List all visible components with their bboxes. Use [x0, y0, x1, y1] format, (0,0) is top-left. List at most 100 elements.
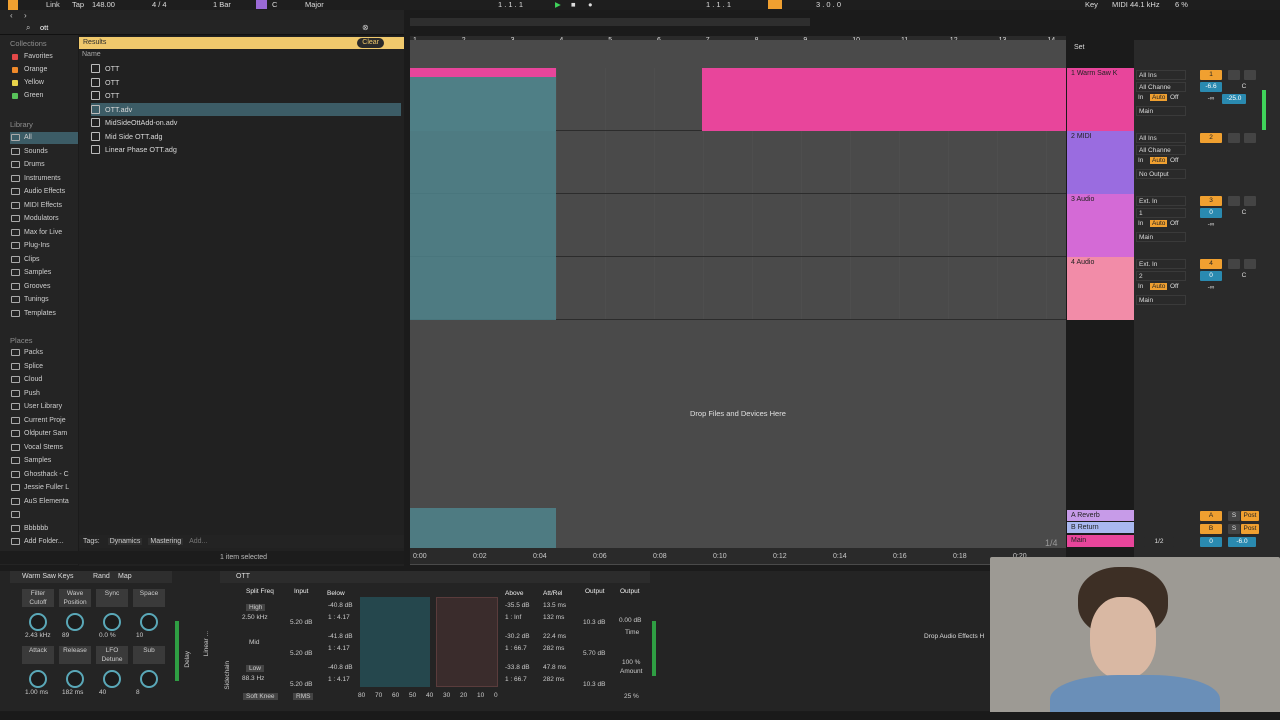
output-select[interactable]: No Output — [1136, 169, 1186, 179]
rand-button[interactable]: Rand — [93, 571, 110, 583]
return-b-letter[interactable]: B — [1200, 524, 1222, 534]
below-value[interactable]: 1 : 4.17 — [328, 676, 350, 683]
places-item-11[interactable]: AuS Elementa — [10, 496, 78, 508]
monitor-off[interactable]: Off — [1170, 283, 1179, 290]
stop-icon[interactable]: ■ — [571, 0, 576, 9]
file-item[interactable]: MidSideOttAdd-on.adv — [91, 116, 401, 129]
above-value[interactable]: -35.5 dB — [505, 602, 530, 609]
macro-3-knob-icon[interactable] — [140, 613, 158, 631]
time-value[interactable]: 100 % — [622, 659, 640, 666]
monitor-auto[interactable]: Auto — [1150, 94, 1168, 101]
macro-5-knob-icon[interactable] — [66, 670, 84, 688]
below-value[interactable]: 1 : 4.17 — [328, 645, 350, 652]
add-tag[interactable]: Add... — [189, 538, 207, 545]
input-channel-select[interactable]: All Channe — [1136, 82, 1186, 92]
places-item-7[interactable]: Vocal Stems — [10, 442, 78, 454]
pan-field[interactable]: C — [1238, 271, 1250, 281]
att-rel-value[interactable]: 282 ms — [543, 645, 564, 652]
macro-4-label[interactable]: Attack — [22, 646, 54, 664]
map-button[interactable]: Map — [118, 571, 132, 583]
collection-favorites[interactable]: Favorites — [10, 51, 78, 63]
monitor-auto[interactable]: Auto — [1150, 283, 1168, 290]
file-item[interactable]: OTT — [91, 89, 401, 102]
high-band-toggle[interactable]: High — [246, 604, 266, 611]
back-icon[interactable]: ‹ — [10, 11, 13, 20]
below-value[interactable]: -41.8 dB — [328, 633, 353, 640]
high-split-freq[interactable]: 2.50 kHz — [242, 614, 268, 621]
macro-2-label[interactable]: Sync — [96, 589, 128, 607]
macro-2-knob-icon[interactable] — [103, 613, 121, 631]
return-b-post[interactable]: Post — [1241, 524, 1259, 534]
monitor-auto[interactable]: Auto — [1150, 157, 1168, 164]
library-item-11[interactable]: Grooves — [10, 281, 78, 293]
macro-4-knob-icon[interactable] — [29, 670, 47, 688]
places-item-8[interactable]: Samples — [10, 455, 78, 467]
macro-3-label[interactable]: Space — [133, 589, 165, 607]
library-item-6[interactable]: Modulators — [10, 213, 78, 225]
places-item-3[interactable]: Push — [10, 388, 78, 400]
track-activator[interactable]: 1 — [1200, 70, 1222, 80]
monitor-auto[interactable]: Auto — [1150, 220, 1168, 227]
loop-start-display[interactable]: 1 . 1 . 1 — [706, 0, 731, 9]
clip-song-chords-2[interactable]: Song chords 1 — [483, 68, 556, 131]
input-type-select[interactable]: All Ins — [1136, 133, 1186, 143]
rms-toggle[interactable]: RMS — [293, 693, 314, 700]
places-item-12[interactable] — [10, 509, 78, 521]
places-item-14[interactable]: Add Folder... — [10, 536, 78, 548]
monitor-in[interactable]: In — [1138, 283, 1143, 290]
below-value[interactable]: -40.8 dB — [328, 602, 353, 609]
track-header-2[interactable]: 2 MIDI — [1067, 131, 1134, 194]
quantize-select[interactable]: 1 Bar — [213, 0, 231, 9]
name-column-header[interactable]: Name — [82, 51, 101, 58]
above-value[interactable]: 1 : Inf — [505, 614, 521, 621]
position-display[interactable]: 1 . 1 . 1 — [498, 0, 523, 9]
file-item[interactable]: OTT.adv — [91, 102, 401, 116]
library-item-8[interactable]: Plug-Ins — [10, 240, 78, 252]
send-field[interactable]: -25.0 — [1222, 94, 1246, 104]
return-track-b[interactable]: B Return — [1067, 522, 1134, 533]
places-item-5[interactable]: Current Proje — [10, 415, 78, 427]
output-select[interactable]: Main — [1136, 295, 1186, 305]
return-a-solo[interactable]: S — [1228, 511, 1240, 521]
main-track[interactable]: Main — [1067, 535, 1134, 547]
return-b-solo[interactable]: S — [1228, 524, 1240, 534]
library-item-2[interactable]: Drums — [10, 159, 78, 171]
library-item-10[interactable]: Samples — [10, 267, 78, 279]
clip-song-chords-3[interactable]: Song chords 1 — [702, 68, 1066, 131]
loop-length-display[interactable]: 3 . 0 . 0 — [816, 0, 841, 9]
file-item[interactable]: OTT — [91, 76, 401, 89]
track-header-1[interactable]: 1 Warm Saw K — [1067, 68, 1134, 131]
collection-yellow[interactable]: Yellow — [10, 77, 78, 89]
places-item-6[interactable]: Oldputer Sam — [10, 428, 78, 440]
pan-field[interactable]: C — [1238, 82, 1250, 92]
main-volume[interactable]: 0 — [1200, 537, 1222, 547]
file-item[interactable]: Mid Side OTT.adg — [91, 130, 401, 143]
key-map-button[interactable]: Key — [1085, 0, 1098, 9]
below-value[interactable]: 1 : 4.17 — [328, 614, 350, 621]
output-select[interactable]: Main — [1136, 232, 1186, 242]
input-channel-select[interactable]: 1 — [1136, 208, 1186, 218]
bottom-scrollbar[interactable] — [0, 712, 1280, 720]
library-item-0[interactable]: All — [10, 132, 78, 144]
att-rel-value[interactable]: 47.8 ms — [543, 664, 566, 671]
clip-song-chords-1[interactable]: Song chords 1 — [410, 68, 483, 131]
pan-field[interactable]: C — [1238, 208, 1250, 218]
volume-field[interactable]: 0 — [1200, 271, 1222, 281]
file-item[interactable]: Linear Phase OTT.adg — [91, 143, 401, 156]
places-item-1[interactable]: Splice — [10, 361, 78, 373]
tag-mastering[interactable]: Mastering — [148, 538, 184, 545]
above-value[interactable]: -33.8 dB — [505, 664, 530, 671]
monitor-off[interactable]: Off — [1170, 157, 1179, 164]
play-icon[interactable]: ▶ — [555, 0, 561, 9]
scale-select[interactable]: Major — [305, 0, 324, 9]
clear-search-icon[interactable]: ⊗ — [362, 23, 369, 32]
library-item-4[interactable]: Audio Effects — [10, 186, 78, 198]
macro-0-label[interactable]: Filter Cutoff — [22, 589, 54, 607]
above-value[interactable]: 1 : 66.7 — [505, 645, 527, 652]
library-item-3[interactable]: Instruments — [10, 173, 78, 185]
macro-6-label[interactable]: LFO Detune — [96, 646, 128, 664]
places-item-13[interactable]: Bbbbbb — [10, 523, 78, 535]
library-item-1[interactable]: Sounds — [10, 146, 78, 158]
return-a-letter[interactable]: A — [1200, 511, 1222, 521]
above-value[interactable]: -30.2 dB — [505, 633, 530, 640]
